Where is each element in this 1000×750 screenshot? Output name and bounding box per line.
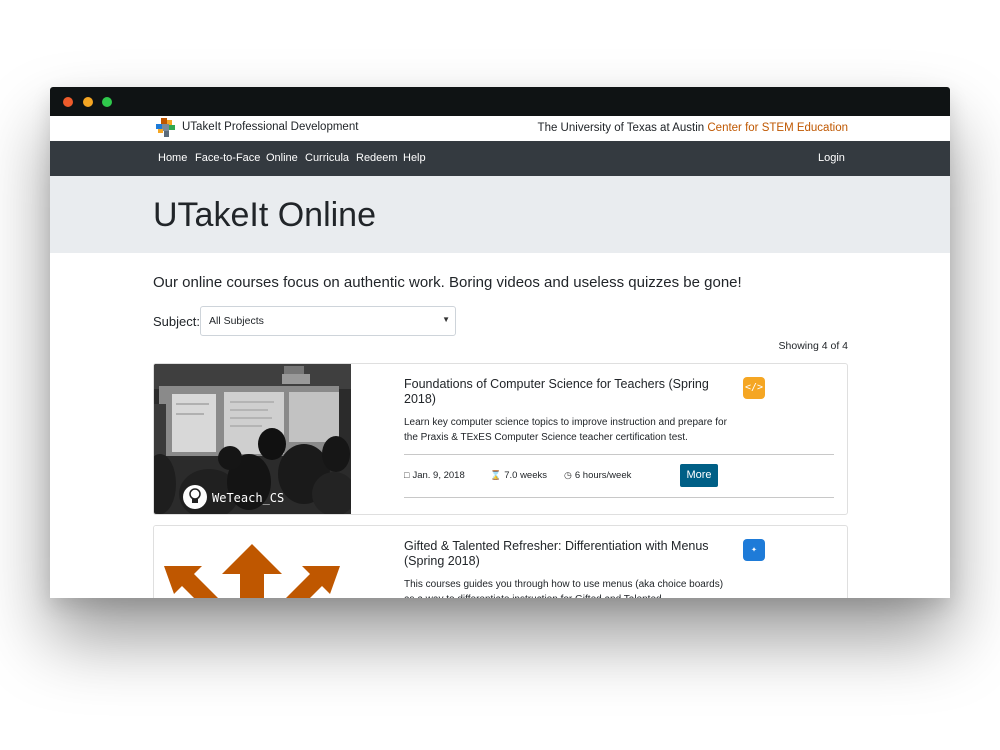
chevron-down-icon: ▼ (442, 315, 450, 324)
subject-label: Subject: (153, 314, 200, 329)
lead-text: Our online courses focus on authentic wo… (153, 274, 742, 291)
course-date-value: Jan. 9, 2018 (412, 470, 465, 481)
course-effort: ◷ 6 hours/week (564, 470, 631, 481)
course-duration-value: 7.0 weeks (504, 470, 547, 481)
browser-window: UTakeIt Professional Development The Uni… (50, 87, 950, 598)
nav-curricula[interactable]: Curricula (305, 152, 349, 164)
more-button[interactable]: More (680, 464, 718, 487)
weteach-cs-caption: WeTeach_CS (212, 491, 284, 505)
window-titlebar (50, 87, 950, 116)
magic-wand-icon: ✦ (743, 539, 765, 561)
course-card: Gifted & Talented Refresher: Differentia… (153, 525, 848, 598)
clock-icon: ◷ (564, 470, 572, 480)
nav-face-to-face[interactable]: Face-to-Face (195, 152, 260, 164)
course-thumbnail-arrows[interactable] (154, 526, 351, 598)
university-name[interactable]: The University of Texas at Austin (538, 122, 705, 134)
hourglass-icon: ⌛ (490, 470, 502, 480)
nav-login[interactable]: Login (818, 152, 845, 164)
calendar-icon: □ (404, 470, 410, 480)
nav-redeem[interactable]: Redeem (356, 152, 398, 164)
close-window-button[interactable] (63, 97, 73, 107)
code-icon: </> (743, 377, 765, 399)
page-title: UTakeIt Online (153, 196, 376, 234)
card-divider (404, 454, 834, 455)
course-effort-value: 6 hours/week (574, 470, 632, 481)
card-divider (404, 497, 834, 498)
course-duration: ⌛ 7.0 weeks (490, 470, 547, 481)
page-header: UTakeIt Online (50, 176, 950, 253)
course-card: WeTeach_CS Foundations of Computer Scien… (153, 363, 848, 515)
university-line: The University of Texas at Austin Center… (538, 122, 848, 134)
subject-select[interactable]: All Subjects ▼ (200, 306, 456, 336)
nav-help[interactable]: Help (403, 152, 426, 164)
main-navbar: Home Face-to-Face Online Curricula Redee… (50, 141, 950, 176)
course-description: This courses guides you through how to u… (404, 579, 724, 598)
minimize-window-button[interactable] (83, 97, 93, 107)
course-start-date: □ Jan. 9, 2018 (404, 470, 465, 481)
stem-center-link[interactable]: Center for STEM Education (707, 122, 848, 134)
results-count: Showing 4 of 4 (778, 340, 848, 352)
course-description: Learn key computer science topics to imp… (404, 417, 727, 443)
course-thumbnail-classroom[interactable]: WeTeach_CS (154, 364, 351, 514)
maximize-window-button[interactable] (102, 97, 112, 107)
subject-select-value: All Subjects (209, 315, 264, 327)
course-title[interactable]: Foundations of Computer Science for Teac… (404, 377, 719, 407)
utakeit-logo-icon[interactable] (154, 117, 178, 139)
site-brand[interactable]: UTakeIt Professional Development (182, 121, 358, 133)
nav-home[interactable]: Home (158, 152, 187, 164)
site-topbar: UTakeIt Professional Development The Uni… (50, 116, 950, 141)
course-title[interactable]: Gifted & Talented Refresher: Differentia… (404, 539, 719, 569)
nav-online[interactable]: Online (266, 152, 298, 164)
